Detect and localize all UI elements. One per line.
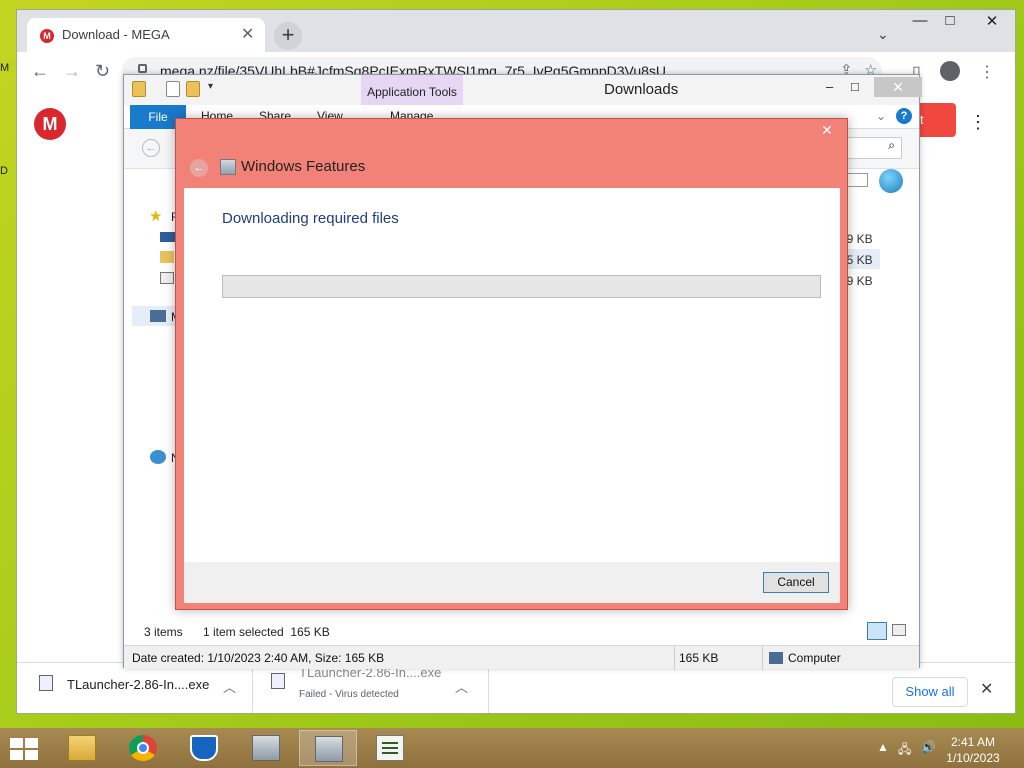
dialog-footer: Cancel — [184, 562, 840, 603]
quick-access-dropdown-icon[interactable]: ▾ — [208, 81, 213, 92]
dialog-content: Downloading required files — [184, 188, 840, 562]
taskbar: ▲ 🖧 🔊 2:41 AM 1/10/2023 — [0, 728, 1024, 768]
tab-mega-download[interactable]: M Download - MEGA ✕ — [27, 18, 265, 52]
explorer-back-icon[interactable]: ← — [142, 139, 160, 157]
taskbar-windows-defender[interactable] — [175, 730, 233, 766]
explorer-maximize-button[interactable]: □ — [851, 79, 859, 94]
recent-places-icon — [160, 272, 174, 284]
chevron-up-icon[interactable]: ︿ — [455, 677, 468, 696]
details-divider — [762, 646, 763, 670]
download-shelf: TLauncher-2.86-In....exe ︿ TLauncher-2.8… — [17, 662, 1015, 713]
details-divider — [674, 646, 675, 670]
profile-avatar[interactable] — [940, 61, 960, 81]
desktop-icon-label: D — [0, 165, 8, 177]
reload-icon[interactable]: ↻ — [95, 61, 110, 82]
windows-features-dialog: ✕ ← Windows Features Downloading require… — [175, 118, 848, 610]
network-icon — [150, 450, 166, 464]
back-arrow-icon[interactable]: ← — [31, 61, 49, 82]
tab-close-icon[interactable]: ✕ — [241, 24, 254, 44]
downloads-folder-icon — [160, 251, 174, 263]
volume-icon[interactable]: 🔊 — [921, 740, 936, 754]
windows-features-icon — [220, 159, 236, 175]
defender-shield-icon — [190, 735, 218, 761]
download-item[interactable]: TLauncher-2.86-In....exe ︿ — [17, 663, 253, 713]
properties-icon[interactable] — [166, 81, 180, 97]
mega-menu-icon[interactable]: ⋮ — [969, 112, 987, 133]
selection-info: 1 item selected 165 KB — [203, 625, 330, 639]
file-explorer-icon — [68, 735, 96, 761]
show-all-button[interactable]: Show all — [892, 677, 968, 707]
taskbar-setup-package[interactable] — [237, 730, 295, 766]
new-tab-button[interactable]: + — [274, 22, 302, 50]
new-folder-icon[interactable] — [186, 81, 200, 97]
application-tools-context-tab: Application Tools — [361, 75, 463, 105]
clock-date: 1/10/2023 — [946, 751, 1000, 765]
download-progress-bar — [222, 275, 821, 298]
download-item[interactable]: TLauncher-2.86-In....exe Failed - Virus … — [253, 663, 489, 713]
tab-title: Download - MEGA — [62, 27, 170, 42]
chevron-up-icon[interactable]: ︿ — [223, 677, 236, 696]
dialog-title: Windows Features — [241, 158, 366, 175]
explorer-search-box[interactable]: ⌕ — [846, 137, 902, 159]
globe-icon — [879, 169, 903, 193]
close-window-button[interactable]: ✕ — [977, 12, 1007, 30]
clock-time: 2:41 AM — [950, 735, 996, 749]
favorites-star-icon: ★ — [149, 208, 163, 225]
installer-package-icon — [252, 735, 280, 761]
taskbar-file-explorer[interactable] — [53, 730, 111, 766]
forward-arrow-icon[interactable]: → — [63, 61, 81, 82]
taskbar-chrome[interactable] — [114, 730, 172, 766]
explorer-title: Downloads — [604, 81, 679, 98]
show-hidden-icons-icon[interactable]: ▲ — [877, 740, 889, 754]
dialog-close-button[interactable]: ✕ — [812, 120, 842, 140]
dialog-back-arrow-icon: ← — [190, 159, 208, 177]
details-location: Computer — [788, 651, 841, 665]
desktop-icon — [160, 232, 176, 242]
file-icon — [39, 675, 53, 691]
explorer-close-button[interactable]: ✕ — [874, 77, 922, 97]
tab-strip: M Download - MEGA ✕ + ⌄ — □ ✕ — [17, 10, 1015, 52]
details-size: 165 KB — [679, 651, 719, 665]
folder-icon — [132, 81, 146, 97]
lock-icon — [138, 64, 147, 73]
mega-action-button[interactable]: t — [914, 103, 956, 137]
start-button[interactable] — [8, 737, 38, 761]
minimize-button[interactable]: — — [905, 12, 935, 29]
preview-pane-icon[interactable] — [846, 173, 868, 187]
file-icon — [271, 673, 285, 689]
download-status: Failed - Virus detected — [299, 689, 399, 700]
mega-favicon-icon: M — [40, 29, 54, 43]
computer-icon — [769, 652, 783, 664]
details-text: Date created: 1/10/2023 2:40 AM, Size: 1… — [132, 651, 385, 665]
computer-icon — [150, 310, 166, 322]
taskbar-setup-package-active[interactable] — [299, 730, 357, 766]
installer-package-icon — [315, 736, 343, 762]
taskbar-task-list[interactable] — [361, 730, 419, 766]
large-icons-view-icon[interactable] — [892, 624, 906, 636]
chrome-icon — [129, 735, 157, 761]
mega-logo[interactable]: M — [34, 108, 66, 140]
dialog-heading: Downloading required files — [222, 210, 399, 227]
item-count: 3 items — [144, 625, 183, 639]
maximize-button[interactable]: □ — [935, 12, 965, 29]
desktop-icon-label: M — [0, 62, 10, 74]
help-icon[interactable]: ? — [896, 108, 912, 124]
network-tray-icon[interactable]: 🖧 — [898, 740, 911, 761]
windows-logo-icon — [10, 738, 23, 748]
cancel-button[interactable]: Cancel — [763, 572, 829, 593]
tab-search-chevron-icon[interactable]: ⌄ — [877, 26, 889, 43]
download-filename: TLauncher-2.86-In....exe — [67, 677, 210, 692]
clock[interactable]: 2:41 AM 1/10/2023 — [938, 734, 1008, 766]
ribbon-expand-chevron-icon[interactable]: ⌄ — [876, 109, 886, 123]
browser-menu-icon[interactable]: ⋮ — [979, 62, 995, 82]
close-shelf-icon[interactable]: ✕ — [980, 679, 993, 699]
details-bar: Date created: 1/10/2023 2:40 AM, Size: 1… — [124, 645, 919, 670]
details-view-icon[interactable] — [867, 622, 887, 640]
explorer-status-bar: 3 items 1 item selected 165 KB — [124, 619, 919, 643]
explorer-minimize-button[interactable]: ‒ — [826, 79, 833, 94]
task-list-icon — [376, 735, 404, 761]
explorer-title-bar: ▾ Application Tools Downloads ‒ □ ✕ — [124, 75, 922, 105]
